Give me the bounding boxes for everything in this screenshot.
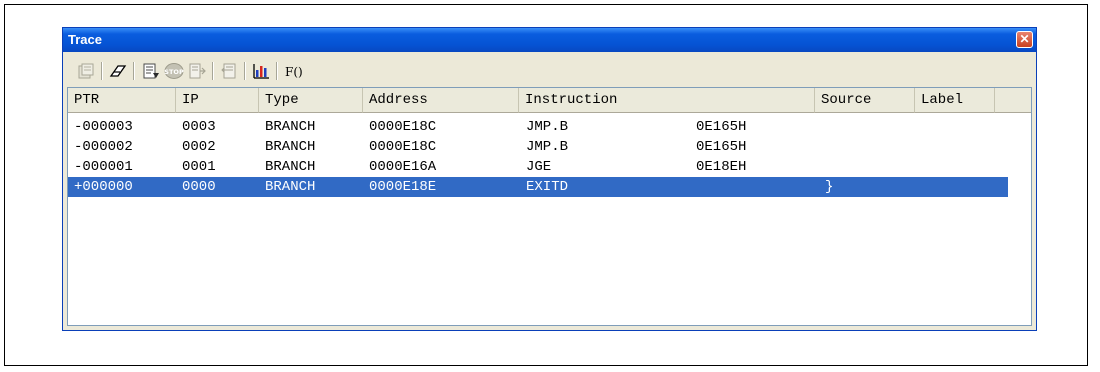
mnemonic-cell: EXITD xyxy=(526,179,569,195)
column-header: PTR IP Type Address Instruction Source L… xyxy=(68,88,1031,113)
function-button[interactable]: F() xyxy=(285,65,303,79)
window-title: Trace xyxy=(68,32,102,47)
ptr-cell: +000000 xyxy=(74,179,133,195)
toolbar-separator xyxy=(101,62,103,80)
address-cell: 0000E18C xyxy=(369,139,437,155)
column-header-ptr[interactable]: PTR xyxy=(68,88,176,113)
ip-cell: 0003 xyxy=(182,119,216,135)
column-header-address[interactable]: Address xyxy=(363,88,519,113)
properties-icon xyxy=(78,63,94,79)
trace-list[interactable]: PTR IP Type Address Instruction Source L… xyxy=(67,87,1032,326)
ptr-cell: -000001 xyxy=(74,159,133,175)
address-cell: 0000E18C xyxy=(369,119,437,135)
toolbar-separator xyxy=(244,62,246,80)
mnemonic-cell: JMP.B xyxy=(526,119,569,135)
column-header-instruction[interactable]: Instruction xyxy=(519,88,815,113)
properties-button[interactable] xyxy=(75,61,97,81)
type-cell: BRANCH xyxy=(265,159,316,175)
address-cell: 0000E16A xyxy=(369,159,437,175)
chart-button[interactable] xyxy=(250,61,272,81)
close-icon: ✕ xyxy=(1019,32,1030,46)
operand-cell: 0E165H xyxy=(696,119,747,135)
ptr-cell: -000003 xyxy=(74,119,133,135)
table-row[interactable]: -000001 0001 BRANCH 0000E16A JGE 0E18EH xyxy=(68,157,1008,177)
restart-icon xyxy=(189,63,206,79)
operand-cell: 0E165H xyxy=(696,139,747,155)
column-header-type[interactable]: Type xyxy=(259,88,363,113)
bar-chart-icon xyxy=(253,64,269,79)
acquire-icon xyxy=(143,63,159,79)
filter-button[interactable] xyxy=(218,61,240,81)
stop-button[interactable]: STOP xyxy=(163,61,185,81)
column-header-ip[interactable]: IP xyxy=(176,88,259,113)
column-header-label[interactable]: Label xyxy=(915,88,995,113)
close-button[interactable]: ✕ xyxy=(1016,31,1033,48)
toolbar-separator xyxy=(212,62,214,80)
trace-window: Trace ✕ STOP F() PTR IP Type Address Ins… xyxy=(62,27,1037,331)
acquire-button[interactable] xyxy=(140,61,162,81)
table-row[interactable]: -000002 0002 BRANCH 0000E18C JMP.B 0E165… xyxy=(68,137,1008,157)
stop-icon: STOP xyxy=(164,63,184,79)
ptr-cell: -000002 xyxy=(74,139,133,155)
ip-cell: 0000 xyxy=(182,179,216,195)
type-cell: BRANCH xyxy=(265,139,316,155)
ip-cell: 0002 xyxy=(182,139,216,155)
table-row-selected[interactable]: +000000 0000 BRANCH 0000E18E EXITD } xyxy=(68,177,1008,197)
filter-icon xyxy=(221,63,236,79)
toolbar: STOP F() xyxy=(67,56,1032,86)
title-bar[interactable]: Trace ✕ xyxy=(63,28,1036,52)
mnemonic-cell: JGE xyxy=(526,159,552,175)
toolbar-separator xyxy=(276,62,278,80)
restart-button[interactable] xyxy=(186,61,208,81)
source-cell: } xyxy=(825,179,834,195)
eraser-icon xyxy=(109,65,127,77)
address-cell: 0000E18E xyxy=(369,179,437,195)
toolbar-separator xyxy=(133,62,135,80)
ip-cell: 0001 xyxy=(182,159,216,175)
table-row[interactable]: -000003 0003 BRANCH 0000E18C JMP.B 0E165… xyxy=(68,117,1008,137)
type-cell: BRANCH xyxy=(265,179,316,195)
operand-cell: 0E18EH xyxy=(696,159,747,175)
mnemonic-cell: JMP.B xyxy=(526,139,569,155)
type-cell: BRANCH xyxy=(265,119,316,135)
svg-text:STOP: STOP xyxy=(164,68,184,76)
clear-button[interactable] xyxy=(107,61,129,81)
column-header-source[interactable]: Source xyxy=(815,88,915,113)
